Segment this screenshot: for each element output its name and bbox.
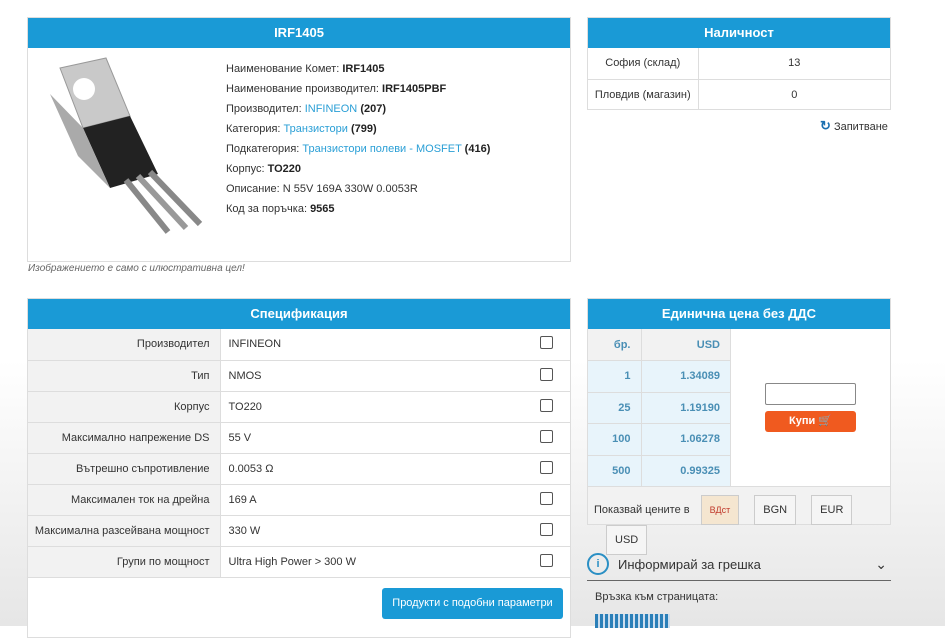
spec-row: Групи по мощност Ultra High Power > 300 W (28, 546, 570, 578)
spec-label: Тип (28, 360, 221, 392)
spec-row: Тип NMOS (28, 360, 570, 392)
page-link-label: Връзка към страницата: (595, 591, 719, 603)
table-row: Пловдив (магазин) 0 (588, 79, 890, 110)
subcategory-link[interactable]: Транзистори полеви - MOSFET (302, 143, 461, 155)
spec-filter-checkbox[interactable] (540, 522, 553, 536)
spec-value: 330 W (220, 515, 540, 547)
spec-row: Производител INFINEON (28, 329, 570, 361)
price-row: 100 1.06278 (588, 423, 731, 456)
spec-value: TO220 (220, 391, 540, 423)
spec-filter-checkbox[interactable] (540, 336, 553, 350)
info-icon: i (587, 553, 609, 575)
quantity-input[interactable] (765, 383, 856, 405)
spec-row: Максимална разсейвана мощност 330 W (28, 515, 570, 547)
refresh-icon: ↻ (820, 118, 831, 133)
table-row: София (склад) 13 (588, 48, 890, 80)
cart-icon: 🛒 (818, 415, 832, 427)
currency-vdst[interactable]: ВДст (700, 495, 740, 525)
spec-filter-checkbox[interactable] (540, 398, 553, 412)
image-caption: Изображението е само с илюстративна цел! (28, 263, 245, 274)
spec-value: 0.0053 Ω (220, 453, 540, 485)
spec-label: Корпус (28, 391, 221, 423)
spec-label: Вътрешно съпротивление (28, 453, 221, 485)
price-panel: Единична цена без ДДС бр. USD 1 1.34089 25 1.… (587, 298, 891, 555)
spec-label: Максимално напрежение DS (28, 422, 221, 454)
spec-filter-checkbox[interactable] (540, 367, 553, 381)
spec-filter-checkbox[interactable] (540, 460, 553, 474)
chevron-down-icon: ⌄ (875, 555, 887, 572)
spec-value: 55 V (220, 422, 540, 454)
spec-filter-checkbox[interactable] (540, 429, 553, 443)
spec-title: Спецификация (28, 299, 570, 329)
spec-label: Максимална разсейвана мощност (28, 515, 221, 547)
currency-bar: Показвай цените в ВДст BGN EUR USD (588, 486, 890, 555)
inquiry-link[interactable]: ↻ Запитване (820, 118, 888, 134)
spec-panel: Спецификация Производител INFINEON Тип NMOS… (27, 298, 571, 638)
spec-value: 169 A (220, 484, 540, 516)
price-title: Единична цена без ДДС (588, 299, 890, 329)
availability-panel: Наличност София (склад) 13 Пловдив (магаз… (587, 17, 891, 110)
spec-value: NMOS (220, 360, 540, 392)
similar-products-button[interactable]: Продукти с подобни параметри (382, 588, 563, 619)
spec-row: Максимален ток на дрейна 169 A (28, 484, 570, 516)
report-error-toggle[interactable]: i Информирай за грешка ⌄ (587, 548, 891, 581)
spec-filter-checkbox[interactable] (540, 553, 553, 567)
spec-row: Максимално напрежение DS 55 V (28, 422, 570, 454)
currency-eur[interactable]: EUR (811, 495, 853, 525)
spec-row: Корпус TO220 (28, 391, 570, 423)
spec-value: Ultra High Power > 300 W (220, 546, 540, 578)
category-link[interactable]: Транзистори (284, 123, 348, 135)
spec-filter-checkbox[interactable] (540, 491, 553, 505)
price-row: 500 0.99325 (588, 455, 731, 487)
price-row: 1 1.34089 (588, 360, 731, 393)
spec-label: Максимален ток на дрейна (28, 484, 221, 516)
price-row: 25 1.19190 (588, 392, 731, 424)
spec-value: INFINEON (220, 329, 540, 361)
spec-row: Вътрешно съпротивление 0.0053 Ω (28, 453, 570, 485)
manufacturer-link[interactable]: INFINEON (305, 103, 358, 115)
availability-title: Наличност (588, 18, 890, 48)
spec-label: Групи по мощност (28, 546, 221, 578)
product-image (38, 56, 208, 236)
product-panel: IRF1405 Наименование Комет: IRF1405 Наим… (27, 17, 571, 262)
table-header: бр. USD (588, 329, 731, 361)
product-info: Наименование Комет: IRF1405 Наименование… (226, 63, 491, 215)
buy-button[interactable]: Купи 🛒 (765, 411, 856, 432)
product-title: IRF1405 (28, 18, 570, 48)
currency-bgn[interactable]: BGN (754, 495, 797, 525)
spec-label: Производител (28, 329, 221, 361)
